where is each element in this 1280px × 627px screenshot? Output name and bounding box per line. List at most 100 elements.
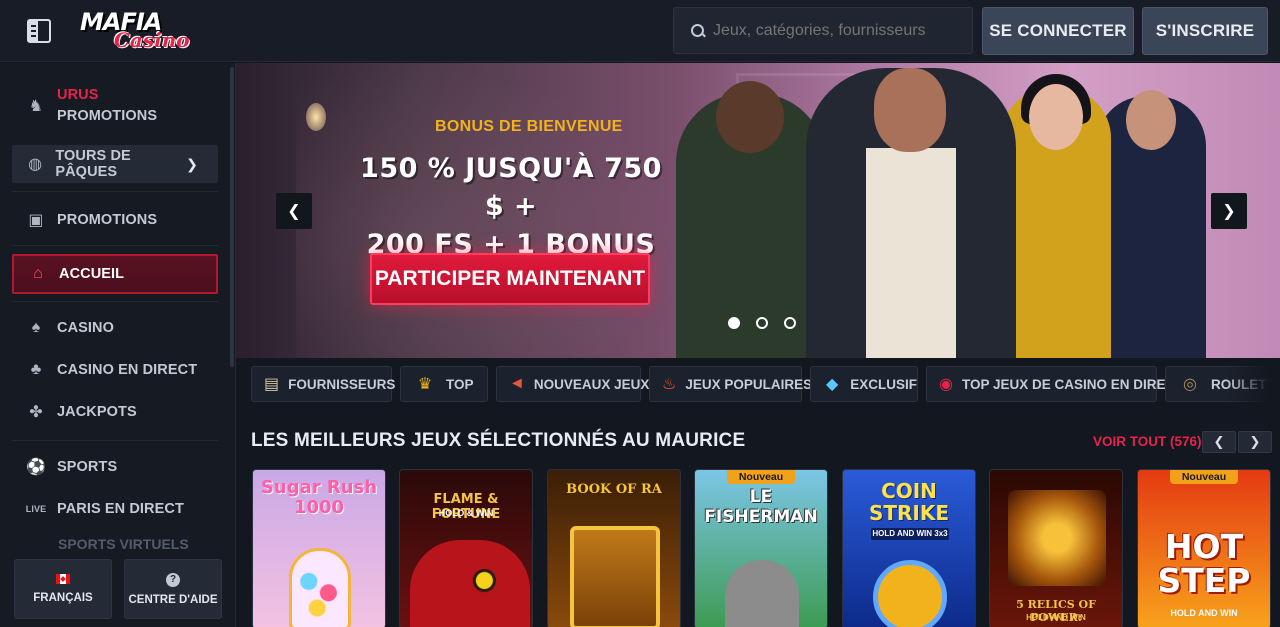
game-tile[interactable]: COIN STRIKE HOLD AND WIN 3x3 [842, 469, 976, 627]
category-providers[interactable]: ▤ FOURNISSEURS [251, 366, 396, 402]
divider [12, 245, 218, 246]
sidebar-item-label: SPORTS [57, 459, 118, 475]
sidebar-item-live-betting[interactable]: LIVE PARIS EN DIRECT [12, 489, 218, 529]
sidebar-toggle-icon[interactable] [27, 19, 51, 43]
fire-icon: ♨ [662, 376, 677, 393]
sidebar-item-sports[interactable]: ⚽ SPORTS [12, 447, 218, 487]
sidebar-item-easter-tours[interactable]: ◍ TOURS DE PÂQUES ❯ [12, 145, 218, 183]
chevron-right-icon: ❯ [186, 155, 198, 172]
clover-icon: ✤ [29, 404, 43, 421]
question-icon: ? [166, 572, 180, 587]
category-top[interactable]: ♛ TOP [400, 366, 488, 402]
search-icon [691, 23, 705, 38]
raccoon-fisherman-image [725, 560, 799, 627]
mafia-boss-character-image [806, 68, 1016, 358]
sidebar-item-home[interactable]: ⌂ ACCUEIL [12, 254, 218, 294]
category-label: TOP JEUX DE CASINO EN DIRECT [961, 376, 1184, 392]
search-box[interactable] [673, 7, 973, 54]
golden-book-image [570, 526, 660, 627]
new-badge: Nouveau [727, 470, 795, 484]
mafia-casino-logo[interactable]: MAFIA Casino [80, 8, 192, 54]
category-top-live-casino[interactable]: ◉ TOP JEUX DE CASINO EN DIRECT [926, 366, 1184, 402]
sidebar-item-promotions[interactable]: ▣ PROMOTIONS [12, 200, 218, 240]
category-label: FOURNISSEURS [288, 376, 396, 392]
sidebar-item-virtual-sports[interactable]: SPORTS VIRTUELS [12, 536, 218, 552]
mafia-character-image [1001, 74, 1111, 358]
chevron-right-icon[interactable]: ❯ [1238, 431, 1272, 453]
search-input[interactable] [713, 21, 963, 40]
carousel-dot[interactable] [756, 317, 768, 329]
providers-icon: ▤ [264, 376, 280, 393]
chevron-right-icon[interactable]: ❯ [1211, 193, 1247, 229]
game-tile[interactable]: FLAME & FORTUNE HOLD & WIN [399, 469, 533, 627]
sidebar-item-urus-promotions[interactable]: ♞ URUS PROMOTIONS [12, 81, 218, 131]
category-label: JEUX POPULAIRES [685, 376, 813, 392]
category-label: EXCLUSIF [850, 376, 917, 392]
carousel-dot[interactable] [784, 317, 796, 329]
category-new-games[interactable]: ◄ NOUVEAUX JEUX [496, 366, 649, 402]
game-tile[interactable]: 5 RELICS OF POWER: HOLD AND WIN [989, 469, 1123, 627]
see-all-link[interactable]: VOIR TOUT (576) [1093, 434, 1202, 449]
divider [12, 301, 218, 302]
category-label: TOP [446, 376, 474, 392]
live-icon: LIVE [25, 504, 47, 514]
megaphone-icon: ◄ [509, 375, 525, 392]
game-tile[interactable]: Nouveau LE FISHERMAN [694, 469, 828, 627]
game-subtitle: HOLD AND WIN [1170, 608, 1238, 618]
category-strip: ▤ FOURNISSEURS ♛ TOP ◄ NOUVEAUX JEUX ♨ J… [236, 358, 1280, 412]
dragon-image [410, 540, 530, 627]
signup-button[interactable]: S'INSCRIRE [1142, 7, 1268, 55]
sidebar-scrollbar[interactable] [230, 67, 234, 367]
home-icon: ⌂ [33, 265, 43, 282]
language-label: FRANÇAIS [33, 592, 93, 604]
new-badge: Nouveau [1170, 470, 1238, 484]
lightning-coin-image [873, 560, 947, 627]
games-section: LES MEILLEURS JEUX SÉLECTIONNÉS AU MAURI… [236, 412, 1280, 627]
wall-lamp-image [306, 103, 326, 131]
lamborghini-icon: ♞ [28, 98, 44, 115]
chevron-left-icon[interactable]: ❮ [276, 193, 312, 229]
logo-subtext: Casino [114, 28, 190, 52]
gumball-machine-image [289, 548, 351, 627]
urus-subtitle: PROMOTIONS [57, 108, 158, 124]
game-subtitle: HOLD AND WIN 3x3 [871, 528, 949, 540]
help-center-button[interactable]: ? CENTRE D'AIDE [124, 559, 222, 619]
sidebar-item-label: TOURS DE PÂQUES [55, 148, 131, 180]
game-title: BOOK OF RA [566, 482, 662, 497]
top-header: MAFIA Casino SE CONNECTER S'INSCRIRE [0, 0, 1280, 62]
urus-title: URUS [57, 87, 99, 103]
canada-flag-icon [56, 574, 70, 584]
sidebar-item-label: ACCUEIL [59, 266, 125, 282]
category-exclusive[interactable]: ◆ EXCLUSIF [810, 366, 918, 402]
strip-fade [1226, 358, 1280, 412]
category-popular-games[interactable]: ♨ JEUX POPULAIRES [649, 366, 812, 402]
game-title: HOT STEP [1157, 527, 1251, 600]
sidebar-item-casino[interactable]: ♠ CASINO [12, 308, 218, 348]
participate-now-button[interactable]: PARTICIPER MAINTENANT [370, 253, 650, 305]
game-tile[interactable]: Nouveau HOT STEP HOLD AND WIN [1137, 469, 1271, 627]
game-tile[interactable]: BOOK OF RA [547, 469, 681, 627]
spade-icon: ♠ [31, 319, 41, 336]
hero-banner[interactable]: BONUS DE BIENVENUE 150 % JUSQU'À 750 $ +… [236, 63, 1280, 358]
sidebar-item-jackpots[interactable]: ✤ JACKPOTS [12, 392, 218, 432]
crown-icon: ♛ [417, 376, 433, 393]
sidebar-item-live-casino[interactable]: ♣ CASINO EN DIRECT [12, 350, 218, 390]
sidebar-item-label: CASINO [57, 320, 114, 336]
language-button[interactable]: FRANÇAIS [14, 559, 112, 619]
golden-relic-image [1008, 490, 1106, 586]
login-button[interactable]: SE CONNECTER [982, 7, 1134, 55]
game-title: COIN STRIKE [868, 479, 950, 525]
category-label: NOUVEAUX JEUX [533, 376, 650, 392]
mafia-character-image [1096, 90, 1206, 358]
divider [12, 440, 218, 441]
carousel-dot[interactable] [728, 317, 740, 329]
chevron-left-icon[interactable]: ❮ [1202, 431, 1236, 453]
game-subtitle: HOLD & WIN [438, 508, 494, 518]
cards-icon: ♣ [30, 361, 42, 378]
section-title: LES MEILLEURS JEUX SÉLECTIONNÉS AU MAURI… [251, 430, 746, 451]
diamond-icon: ◆ [825, 376, 839, 393]
sidebar-item-label: PROMOTIONS [57, 212, 158, 228]
gift-icon: ▣ [28, 212, 44, 229]
roulette-icon: ◎ [1183, 376, 1197, 393]
game-tile[interactable]: Sugar Rush 1000 [252, 469, 386, 627]
